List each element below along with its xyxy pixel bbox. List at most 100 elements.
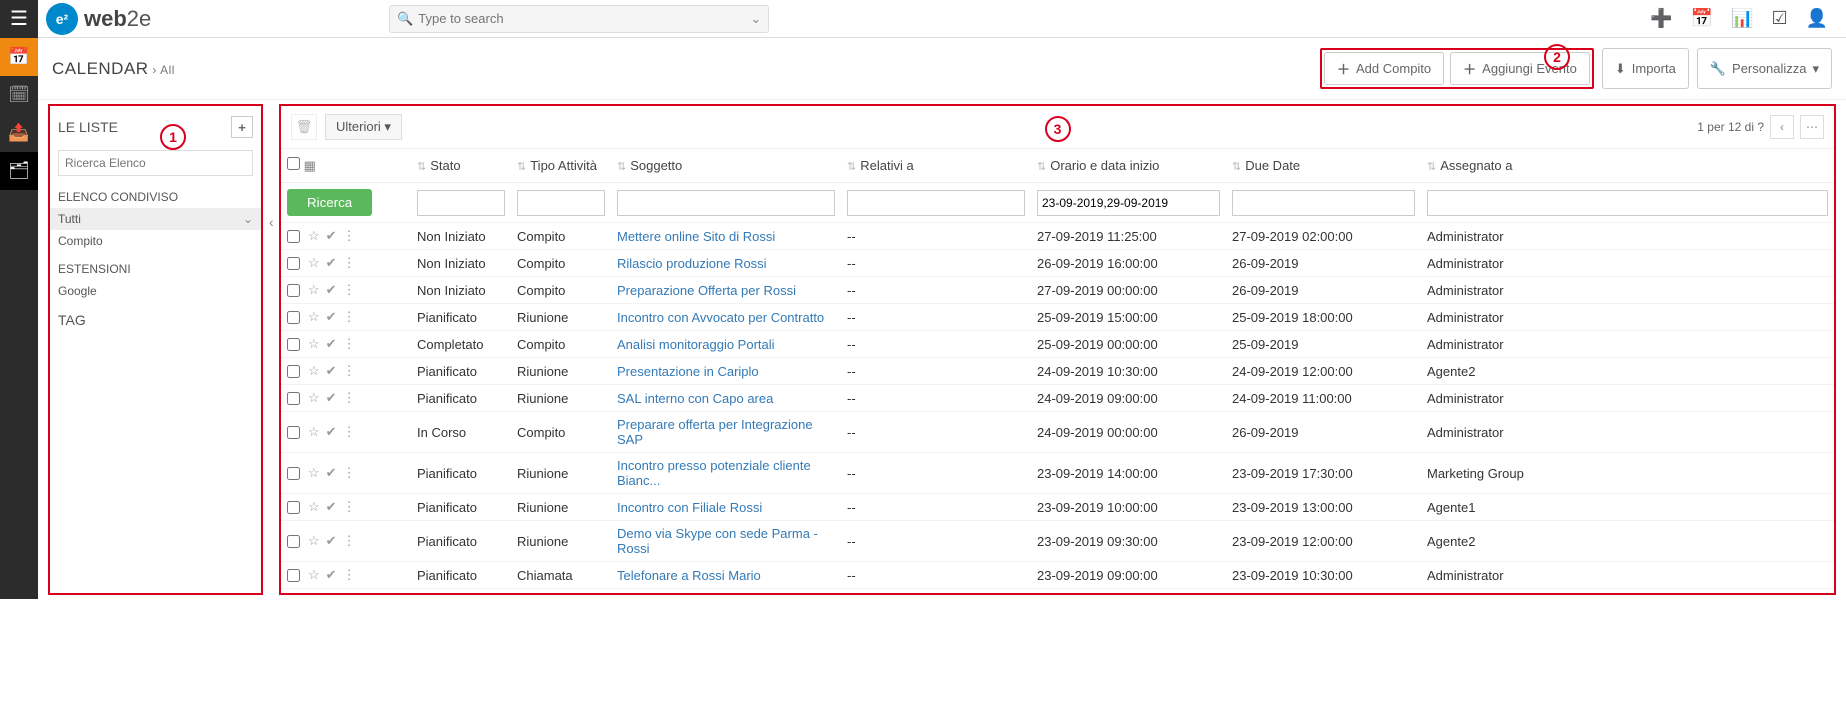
row-checkbox[interactable] [287,569,300,582]
user-icon[interactable]: 👤 [1806,8,1828,29]
col-tipo[interactable]: Tipo Attività [530,158,597,173]
cell-soggetto-link[interactable]: Telefonare a Rossi Mario [617,568,761,583]
cell-soggetto-link[interactable]: Preparazione Offerta per Rossi [617,283,796,298]
row-checkbox[interactable] [287,501,300,514]
cell-soggetto-link[interactable]: Incontro presso potenziale cliente Bianc… [617,458,811,488]
importa-button[interactable]: ⬇ Importa [1602,48,1689,89]
done-icon[interactable]: ✔ [326,228,337,244]
star-icon[interactable]: ☆ [308,465,320,481]
row-menu-icon[interactable]: ⋮ [343,255,356,271]
row-checkbox[interactable] [287,284,300,297]
grid-view-icon[interactable]: ▦ [304,158,316,173]
search-dropdown-icon[interactable]: ⌄ [750,11,761,27]
filter-assegnato[interactable] [1427,190,1828,216]
row-checkbox[interactable] [287,338,300,351]
row-menu-icon[interactable]: ⋮ [343,363,356,379]
done-icon[interactable]: ✔ [326,424,337,440]
filter-orario[interactable] [1037,190,1220,216]
filter-relativi[interactable] [847,190,1025,216]
table-row[interactable]: ☆ ✔ ⋮ Completato Compito Analisi monitor… [281,331,1834,358]
row-checkbox[interactable] [287,535,300,548]
hamburger-icon[interactable]: ☰ [0,0,38,38]
personalizza-button[interactable]: 🔧 Personalizza ▾ [1697,48,1832,89]
row-menu-icon[interactable]: ⋮ [343,465,356,481]
done-icon[interactable]: ✔ [326,390,337,406]
done-icon[interactable]: ✔ [326,499,337,515]
table-row[interactable]: ☆ ✔ ⋮ Non Iniziato Compito Preparazione … [281,277,1834,304]
nav-shared-icon[interactable]: 📤 [0,114,38,152]
star-icon[interactable]: ☆ [308,390,320,406]
row-menu-icon[interactable]: ⋮ [343,533,356,549]
table-row[interactable]: ☆ ✔ ⋮ Pianificato Riunione SAL interno c… [281,385,1834,412]
add-list-button[interactable]: + [231,116,253,138]
table-row[interactable]: ☆ ✔ ⋮ Pianificato Riunione Incontro pres… [281,453,1834,494]
row-menu-icon[interactable]: ⋮ [343,228,356,244]
done-icon[interactable]: ✔ [326,363,337,379]
col-due[interactable]: Due Date [1245,158,1300,173]
star-icon[interactable]: ☆ [308,363,320,379]
star-icon[interactable]: ☆ [308,336,320,352]
done-icon[interactable]: ✔ [326,309,337,325]
table-row[interactable]: ☆ ✔ ⋮ Pianificato Riunione Incontro con … [281,304,1834,331]
table-row[interactable]: ☆ ✔ ⋮ Non Iniziato Compito Mettere onlin… [281,223,1834,250]
global-search[interactable]: 🔍 ⌄ [389,5,769,33]
done-icon[interactable]: ✔ [326,255,337,271]
done-icon[interactable]: ✔ [326,533,337,549]
done-icon[interactable]: ✔ [326,282,337,298]
star-icon[interactable]: ☆ [308,424,320,440]
search-button[interactable]: Ricerca [287,189,372,216]
calendar-icon[interactable]: 📅 [1691,8,1713,29]
col-stato[interactable]: Stato [430,158,460,173]
col-assegnato[interactable]: Assegnato a [1440,158,1512,173]
filter-tipo[interactable] [517,190,605,216]
chart-icon[interactable]: 📊 [1731,8,1753,29]
add-compito-button[interactable]: ＋Add Compito [1324,52,1444,85]
row-menu-icon[interactable]: ⋮ [343,390,356,406]
star-icon[interactable]: ☆ [308,282,320,298]
star-icon[interactable]: ☆ [308,228,320,244]
done-icon[interactable]: ✔ [326,567,337,583]
table-row[interactable]: ☆ ✔ ⋮ Non Iniziato Compito Rilascio prod… [281,250,1834,277]
row-checkbox[interactable] [287,426,300,439]
table-row[interactable]: ☆ ✔ ⋮ Pianificato Chiamata Telefonare a … [281,562,1834,589]
filter-due[interactable] [1232,190,1415,216]
row-menu-icon[interactable]: ⋮ [343,336,356,352]
trash-icon[interactable]: 🗑 [291,114,317,140]
table-row[interactable]: ☆ ✔ ⋮ Pianificato Riunione Incontro con … [281,494,1834,521]
table-row[interactable]: ☆ ✔ ⋮ Pianificato Riunione Demo via Skyp… [281,521,1834,562]
row-checkbox[interactable] [287,230,300,243]
pager-more-button[interactable]: ⋯ [1800,115,1824,139]
table-row[interactable]: ☆ ✔ ⋮ Pianificato Riunione Presentazione… [281,358,1834,385]
pager-prev-button[interactable]: ‹ [1770,115,1794,139]
cell-soggetto-link[interactable]: Mettere online Sito di Rossi [617,229,775,244]
select-all-checkbox[interactable] [287,157,300,170]
collapse-sidebar-handle[interactable]: ‹ [267,212,276,232]
sidebar-item-google[interactable]: Google [50,280,261,302]
nav-calendar-icon[interactable]: 📅 [0,38,38,76]
row-checkbox[interactable] [287,365,300,378]
row-checkbox[interactable] [287,257,300,270]
cell-soggetto-link[interactable]: Incontro con Avvocato per Contratto [617,310,824,325]
add-icon[interactable]: ➕ [1650,8,1672,29]
list-search-input[interactable] [58,150,253,176]
row-checkbox[interactable] [287,467,300,480]
cell-soggetto-link[interactable]: SAL interno con Capo area [617,391,773,406]
col-orario[interactable]: Orario e data inizio [1050,158,1159,173]
nav-tasks-icon[interactable]: 🗂 [0,152,38,190]
cell-soggetto-link[interactable]: Incontro con Filiale Rossi [617,500,762,515]
check-icon[interactable]: ☑ [1771,8,1787,29]
star-icon[interactable]: ☆ [308,255,320,271]
sidebar-item-tutti[interactable]: Tutti⌄ [50,208,261,230]
cell-soggetto-link[interactable]: Analisi monitoraggio Portali [617,337,775,352]
filter-soggetto[interactable] [617,190,835,216]
row-checkbox[interactable] [287,392,300,405]
row-menu-icon[interactable]: ⋮ [343,309,356,325]
search-input[interactable] [389,5,769,33]
cell-soggetto-link[interactable]: Preparare offerta per Integrazione SAP [617,417,813,447]
star-icon[interactable]: ☆ [308,533,320,549]
logo[interactable]: e² web2e [38,3,159,35]
done-icon[interactable]: ✔ [326,336,337,352]
row-menu-icon[interactable]: ⋮ [343,567,356,583]
star-icon[interactable]: ☆ [308,499,320,515]
row-menu-icon[interactable]: ⋮ [343,424,356,440]
